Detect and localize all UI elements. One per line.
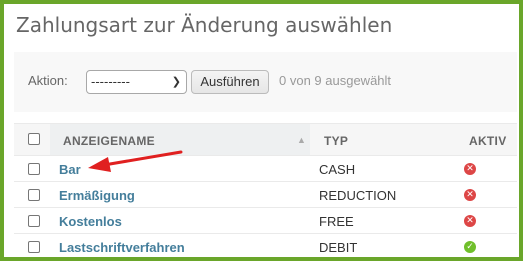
action-bar: Aktion: --------- ❯ Ausführen 0 von 9 au… <box>14 52 517 112</box>
table-header-row: ANZEIGENAME ▲ TYP AKTIV <box>14 123 517 156</box>
row-type: REDUCTION <box>319 188 397 203</box>
row-type: CASH <box>319 162 356 177</box>
row-type: DEBIT <box>319 240 358 255</box>
selection-counter: 0 von 9 ausgewählt <box>279 73 392 88</box>
table-row: Lastschriftverfahren DEBIT ✓ <box>14 234 517 257</box>
x-circle-icon: ✕ <box>464 189 476 201</box>
column-header-type[interactable]: TYP <box>324 134 348 148</box>
page-title: Zahlungsart zur Änderung auswählen <box>16 13 393 37</box>
sort-ascending-icon[interactable]: ▲ <box>297 135 306 145</box>
action-select[interactable]: --------- ❯ <box>86 70 187 94</box>
row-name-link[interactable]: Bar <box>59 162 81 177</box>
x-circle-icon: ✕ <box>464 163 476 175</box>
screenshot-frame: Zahlungsart zur Änderung auswählen Aktio… <box>0 0 523 261</box>
select-all-checkbox[interactable] <box>28 133 40 145</box>
row-type: FREE <box>319 214 354 229</box>
run-action-button[interactable]: Ausführen <box>191 70 269 94</box>
action-label: Aktion: <box>28 73 68 88</box>
row-name-link[interactable]: Kostenlos <box>59 214 122 229</box>
column-header-name[interactable]: ANZEIGENAME <box>50 124 310 155</box>
row-checkbox[interactable] <box>28 241 40 253</box>
row-name-link[interactable]: Ermäßigung <box>59 188 135 203</box>
row-checkbox[interactable] <box>28 163 40 175</box>
row-checkbox[interactable] <box>28 189 40 201</box>
column-header-active[interactable]: AKTIV <box>469 134 507 148</box>
table-row: Kostenlos FREE ✕ <box>14 208 517 234</box>
check-circle-icon: ✓ <box>464 241 476 253</box>
x-circle-icon: ✕ <box>464 215 476 227</box>
chevron-down-icon: ❯ <box>171 76 181 88</box>
row-name-link[interactable]: Lastschriftverfahren <box>59 240 185 255</box>
row-checkbox[interactable] <box>28 215 40 227</box>
column-header-name-label: ANZEIGENAME <box>63 134 155 148</box>
action-select-value: --------- <box>91 74 130 89</box>
table-row: Bar CASH ✕ <box>14 156 517 182</box>
table-row: Ermäßigung REDUCTION ✕ <box>14 182 517 208</box>
